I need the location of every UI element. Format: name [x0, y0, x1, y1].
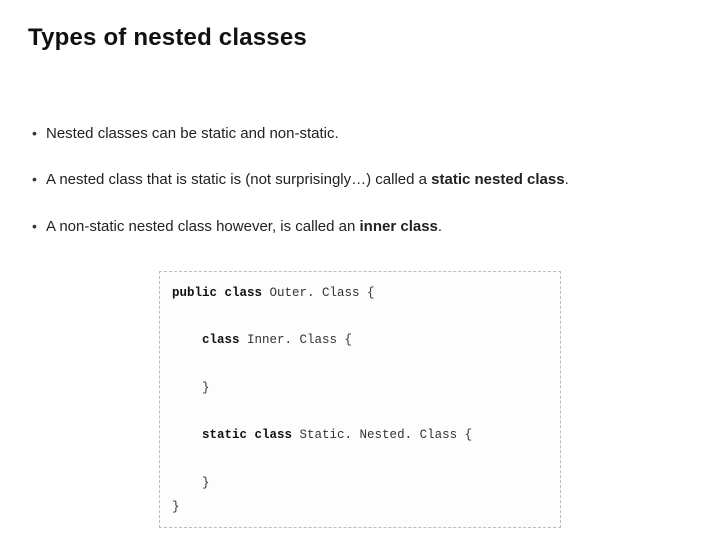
code-keyword: public class	[172, 286, 270, 300]
page-title: Types of nested classes	[28, 24, 692, 52]
code-block: public class Outer. Class { class Inner.…	[159, 271, 561, 529]
bullet-text: A nested class that is static is (not su…	[46, 171, 431, 188]
code-text: Inner. Class {	[247, 333, 352, 347]
code-text: Static. Nested. Class {	[300, 428, 473, 442]
code-text: Outer. Class {	[270, 286, 375, 300]
bullet-bold: inner class	[360, 218, 438, 235]
code-keyword: class	[202, 333, 247, 347]
code-content: public class Outer. Class { class Inner.…	[172, 282, 548, 520]
list-item: Nested classes can be static and non-sta…	[32, 124, 692, 144]
bullet-post: .	[565, 171, 569, 188]
code-keyword: static class	[202, 428, 300, 442]
bullet-list: Nested classes can be static and non-sta…	[28, 124, 692, 237]
bullet-post: .	[438, 218, 442, 235]
bullet-bold: static nested class	[431, 171, 564, 188]
code-text: }	[202, 381, 210, 395]
bullet-text: A non-static nested class however, is ca…	[46, 218, 360, 235]
slide: Types of nested classes Nested classes c…	[0, 0, 720, 540]
list-item: A nested class that is static is (not su…	[32, 170, 692, 190]
list-item: A non-static nested class however, is ca…	[32, 217, 692, 237]
code-text: }	[172, 500, 180, 514]
bullet-text: Nested classes can be static and non-sta…	[46, 125, 339, 142]
code-text: }	[202, 476, 210, 490]
